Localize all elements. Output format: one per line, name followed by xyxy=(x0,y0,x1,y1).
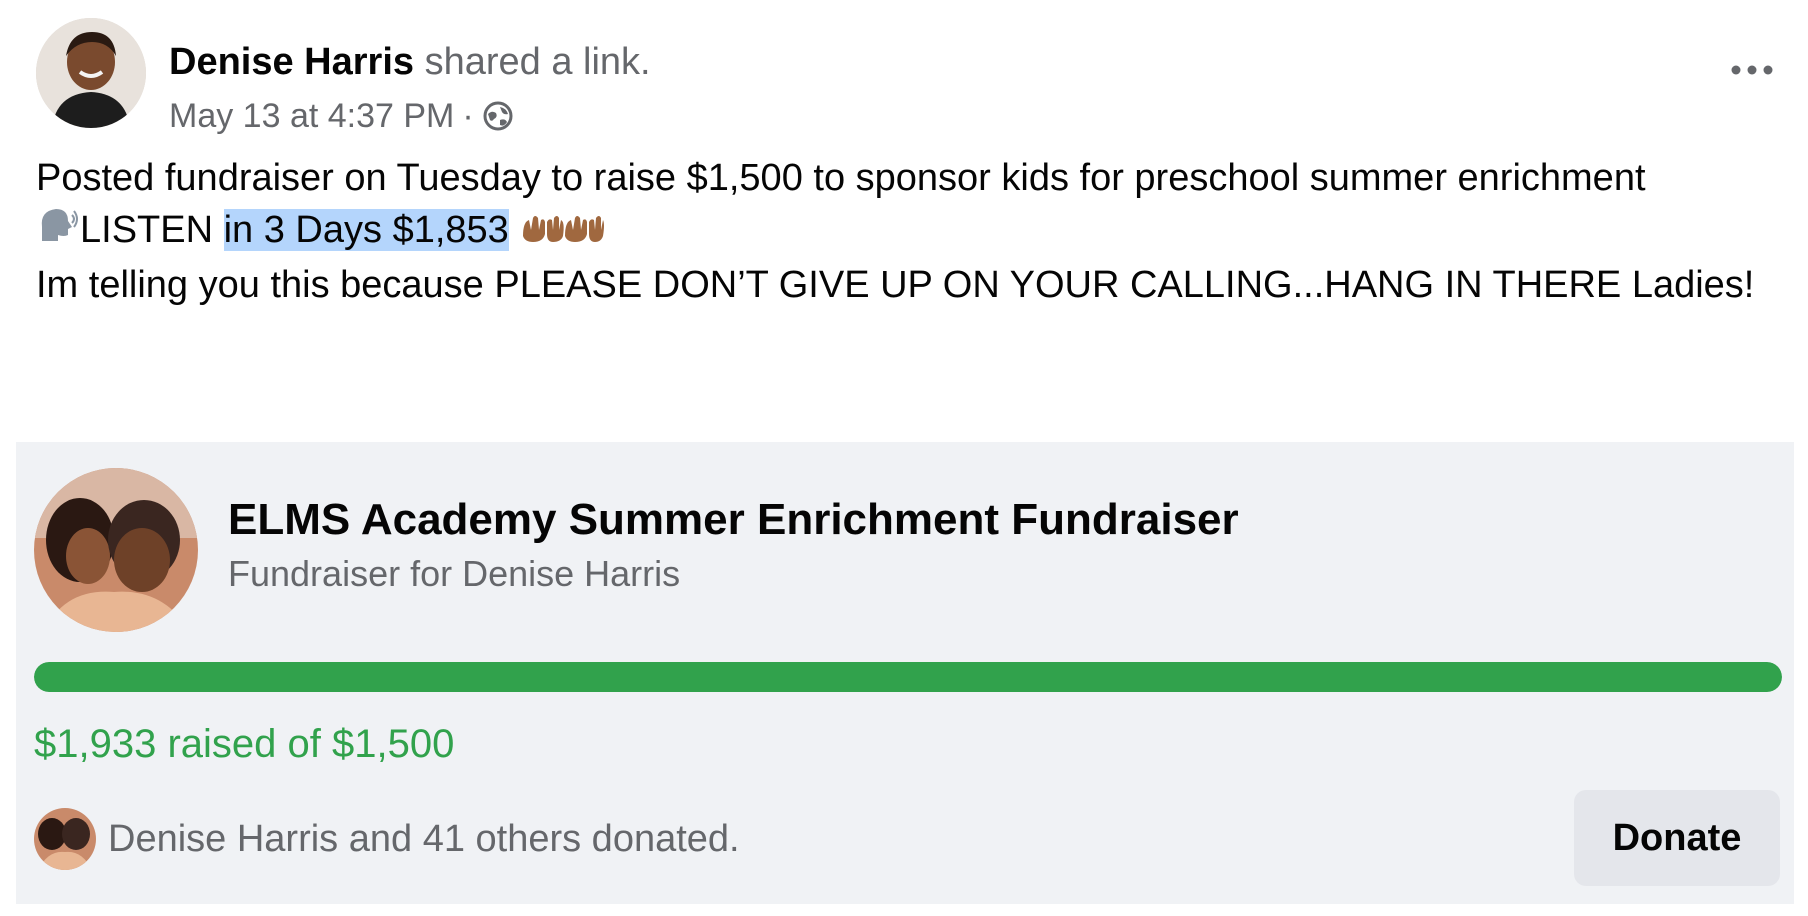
post-header: Denise Harris shared a link. May 13 at 4… xyxy=(36,18,1776,135)
fundraiser-progress-fill xyxy=(34,662,1782,692)
public-globe-icon[interactable] xyxy=(482,100,514,132)
donor-avatar xyxy=(34,808,96,870)
donors-row: Denise Harris and 41 others donated. xyxy=(34,804,740,874)
fundraiser-title[interactable]: ELMS Academy Summer Enrichment Fundraise… xyxy=(228,494,1239,546)
meta-separator: · xyxy=(462,97,474,135)
speaking-head-icon xyxy=(36,205,80,259)
post-body: Posted fundraiser on Tuesday to raise $1… xyxy=(36,152,1756,311)
post-text-line: Posted fundraiser on Tuesday to raise $1… xyxy=(36,157,1646,199)
post-timestamp[interactable]: May 13 at 4:37 PM xyxy=(169,96,454,136)
fundraiser-image[interactable] xyxy=(34,468,198,632)
raising-hands-icon xyxy=(519,206,605,258)
post-title-line: Denise Harris shared a link. xyxy=(169,40,651,84)
donors-text[interactable]: Denise Harris and 41 others donated. xyxy=(108,818,740,861)
fundraiser-progress-bar xyxy=(34,662,1782,692)
post-text-line: Im telling you this because PLEASE DON’T… xyxy=(36,263,1755,306)
post-action: shared a link. xyxy=(424,41,651,83)
raised-amount: $1,933 raised of $1,500 xyxy=(34,722,455,766)
post-meta: May 13 at 4:37 PM · xyxy=(169,96,514,136)
fundraiser-subtitle: Fundraiser for Denise Harris xyxy=(228,553,681,594)
highlighted-text: in 3 Days $1,853 xyxy=(223,209,509,251)
more-options-icon[interactable] xyxy=(1728,56,1776,84)
donate-button[interactable]: Donate xyxy=(1574,790,1780,886)
listen-prefix: LISTEN xyxy=(80,209,224,251)
post-listen-line: LISTEN in 3 Days $1,853 xyxy=(36,204,1756,259)
author-avatar[interactable] xyxy=(36,18,146,128)
author-name[interactable]: Denise Harris xyxy=(169,41,414,83)
fundraiser-card[interactable]: ELMS Academy Summer Enrichment Fundraise… xyxy=(16,442,1794,904)
